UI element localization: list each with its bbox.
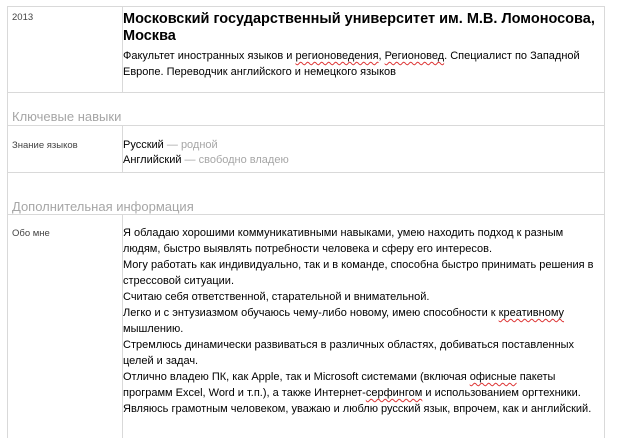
spellcheck-word: Регионовед (384, 50, 445, 62)
about-paragraph: Считаю себя ответственной, старательной … (123, 289, 601, 305)
additional-section-title: Дополнительная информация (12, 199, 194, 214)
language-level: — родной (163, 139, 218, 151)
spellcheck-word: креативному (498, 307, 565, 319)
spellcheck-word: серфингом (365, 387, 423, 399)
education-entry: Московский государственный университет и… (123, 11, 601, 80)
text-run: Факультет иностранных языков и (123, 50, 296, 62)
about-paragraph: Отлично владею ПК, как Apple, так и Micr… (123, 369, 601, 401)
education-year: 2013 (12, 12, 34, 23)
education-description: Факультет иностранных языков и регионове… (123, 49, 601, 80)
text-run: и использованием оргтехники. (422, 387, 581, 399)
language-name: Русский (123, 139, 164, 151)
language-item: Русский — родной (123, 138, 601, 153)
about-label: Обо мне (12, 228, 50, 239)
languages-list: Русский — родной Английский — свободно вл… (123, 138, 601, 168)
text-run: Отлично владею ПК, как Apple, так и Micr… (123, 371, 470, 383)
text-run: Являюсь грамотным человеком, уважаю и лю… (123, 403, 592, 415)
about-paragraph: Могу работать как индивидуально, так и в… (123, 257, 601, 289)
about-paragraph: Являюсь грамотным человеком, уважаю и лю… (123, 401, 601, 417)
spellcheck-word: регионоведения (295, 50, 379, 62)
about-paragraph: Я обладаю хорошими коммуникативными навы… (123, 225, 601, 257)
about-text: Я обладаю хорошими коммуникативными навы… (123, 225, 601, 417)
university-name: Московский государственный университет и… (123, 11, 595, 44)
text-run: мышлению. (123, 323, 184, 335)
text-run: Я обладаю хорошими коммуникативными навы… (123, 227, 564, 255)
about-paragraph: Легко и с энтузиазмом обучаюсь чему-либо… (123, 305, 601, 337)
language-name: Английский (123, 154, 182, 166)
about-paragraph: Стремлюсь динамически развиваться в разл… (123, 337, 601, 369)
skills-section-title: Ключевые навыки (12, 109, 122, 124)
spellcheck-word: офисные (469, 371, 517, 383)
text-run: Могу работать как индивидуально, так и в… (123, 259, 594, 287)
text-run: Считаю себя ответственной, старательной … (123, 291, 430, 303)
language-level: — свободно владею (181, 154, 289, 166)
language-item: Английский — свободно владею (123, 153, 601, 168)
languages-label: Знание языков (12, 140, 78, 151)
text-run: Легко и с энтузиазмом обучаюсь чему-либо… (123, 307, 499, 319)
text-run: Стремлюсь динамически развиваться в разл… (123, 339, 575, 367)
